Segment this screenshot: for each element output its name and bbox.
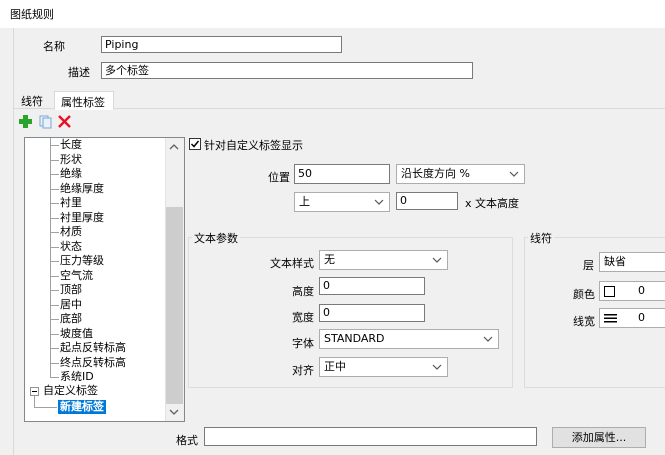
tree-item[interactable]: 空气流 [60, 269, 93, 283]
color-value: 0 [638, 284, 645, 297]
lineweight-label: 线宽 [573, 315, 595, 328]
layer-select[interactable]: 缺省 [599, 252, 665, 272]
width-input[interactable]: 0 [319, 304, 425, 322]
layer-value: 缺省 [604, 255, 626, 268]
position-label: 位置 [268, 171, 290, 184]
tree-item[interactable]: 材质 [60, 225, 82, 239]
font-label: 字体 [292, 337, 314, 350]
tree-item[interactable]: 起点反转标高 [60, 341, 126, 355]
name-input[interactable]: Piping [101, 36, 342, 53]
offset-direction-select[interactable]: 上 [294, 192, 390, 212]
collapse-toggle-icon[interactable] [30, 387, 39, 396]
tab-attribute-labels[interactable]: 属性标签 [54, 91, 114, 110]
window-title: 图纸规则 [10, 8, 54, 21]
offset-unit-label: x 文本高度 [465, 197, 520, 210]
offset-input[interactable]: 0 [396, 192, 458, 210]
tree-item-selected[interactable]: 新建标签 [58, 400, 106, 414]
attribute-tree[interactable]: 长度 形状 绝缘 绝缘厚度 衬里 衬里厚度 材质 状态 压力等级 空气流 顶部 … [24, 137, 185, 422]
tree-item[interactable]: 坡度值 [60, 327, 93, 341]
align-label: 对齐 [292, 364, 314, 377]
tree-item[interactable]: 底部 [60, 312, 82, 326]
line-style-title: 线符 [528, 230, 554, 246]
tree-item[interactable]: 衬里 [60, 196, 82, 210]
height-label: 高度 [292, 285, 314, 298]
format-label: 格式 [176, 434, 198, 447]
position-mode-value: 沿长度方向 % [401, 167, 470, 180]
delete-x-icon[interactable] [57, 114, 72, 129]
tab-line-style[interactable]: 线符 [15, 91, 49, 109]
scroll-up-icon[interactable] [169, 142, 179, 152]
text-style-value: 无 [324, 253, 335, 266]
name-label: 名称 [43, 40, 65, 53]
description-label: 描述 [68, 66, 90, 79]
align-select[interactable]: 正中 [319, 357, 448, 377]
plus-icon[interactable] [18, 114, 33, 129]
left-border [13, 28, 14, 455]
tree-item[interactable]: 状态 [60, 240, 82, 254]
chevron-down-icon [509, 168, 519, 180]
tree-item[interactable]: 长度 [60, 138, 82, 152]
custom-label-checkbox-label: 针对自定义标签显示 [204, 139, 303, 152]
add-attribute-button[interactable]: 添加属性... [552, 427, 646, 448]
lineweight-select[interactable]: 0 [599, 308, 665, 328]
text-params-title: 文本参数 [192, 230, 240, 246]
tree-item[interactable]: 系统ID [60, 370, 94, 384]
copy-icon[interactable] [38, 114, 53, 129]
font-value: STANDARD [324, 332, 385, 345]
title-bar [0, 0, 665, 28]
custom-label-checkbox[interactable] [189, 138, 201, 150]
tree-item[interactable]: 顶部 [60, 283, 82, 297]
height-input[interactable]: 0 [319, 277, 425, 295]
tree-item[interactable]: 衬里厚度 [60, 211, 104, 225]
format-input[interactable] [204, 427, 537, 446]
color-label: 颜色 [573, 288, 595, 301]
text-style-label: 文本样式 [270, 257, 314, 270]
lineweight-value: 0 [638, 311, 645, 324]
color-select[interactable]: 0 [599, 281, 665, 301]
width-label: 宽度 [292, 311, 314, 324]
text-style-select[interactable]: 无 [319, 250, 448, 270]
tree-item[interactable]: 居中 [60, 298, 82, 312]
chevron-down-icon [374, 196, 384, 208]
tree-group-custom-labels[interactable]: 自定义标签 [43, 384, 98, 398]
layer-label: 层 [583, 259, 594, 272]
offset-direction-value: 上 [299, 195, 310, 208]
tree-item[interactable]: 压力等级 [60, 254, 104, 268]
lineweight-icon [604, 313, 617, 324]
scrollbar-thumb[interactable] [166, 207, 183, 404]
tree-item[interactable]: 绝缘 [60, 167, 82, 181]
font-select[interactable]: STANDARD [319, 329, 499, 349]
description-input[interactable]: 多个标签 [101, 62, 473, 79]
tree-item[interactable]: 终点反转标高 [60, 356, 126, 370]
tree-item[interactable]: 形状 [60, 153, 82, 167]
color-swatch-icon [604, 286, 615, 297]
position-input[interactable]: 50 [294, 164, 390, 184]
chevron-down-icon [483, 333, 493, 345]
scroll-down-icon[interactable] [169, 407, 179, 417]
chevron-down-icon [432, 361, 442, 373]
align-value: 正中 [324, 360, 346, 373]
chevron-down-icon [432, 254, 442, 266]
tree-item[interactable]: 绝缘厚度 [60, 182, 104, 196]
position-mode-select[interactable]: 沿长度方向 % [396, 164, 525, 184]
